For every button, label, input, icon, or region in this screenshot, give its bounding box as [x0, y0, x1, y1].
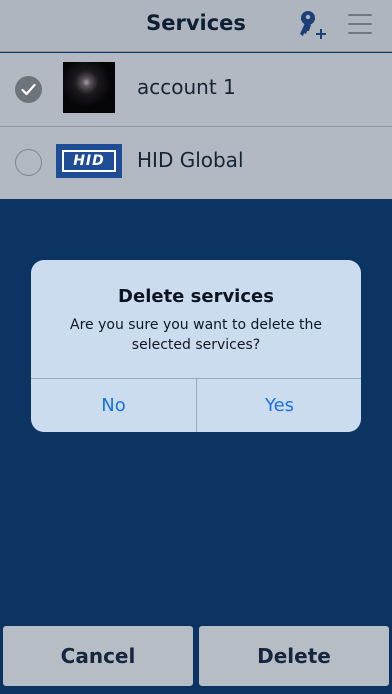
galaxy-thumbnail	[63, 62, 115, 113]
yes-button[interactable]: Yes	[197, 379, 361, 432]
service-label: account 1	[137, 75, 236, 99]
hid-logo: HID	[56, 144, 122, 178]
service-row[interactable]: account 1	[0, 53, 392, 127]
delete-confirm-dialog: Delete services Are you sure you want to…	[31, 260, 361, 432]
dialog-title: Delete services	[118, 286, 274, 307]
unchecked-circle-icon[interactable]	[15, 149, 42, 176]
menu-icon[interactable]	[348, 14, 372, 36]
add-key-icon[interactable]	[297, 9, 331, 41]
header-bar: Services	[0, 0, 392, 52]
cancel-button[interactable]: Cancel	[3, 626, 193, 686]
no-button[interactable]: No	[31, 379, 196, 432]
dialog-message: Are you sure you want to delete the sele…	[70, 317, 322, 353]
service-label: HID Global	[137, 148, 244, 172]
delete-button[interactable]: Delete	[199, 626, 389, 686]
service-row[interactable]: HID HID Global	[0, 127, 392, 199]
page-title: Services	[146, 11, 246, 35]
checkmark-icon[interactable]	[15, 76, 42, 103]
